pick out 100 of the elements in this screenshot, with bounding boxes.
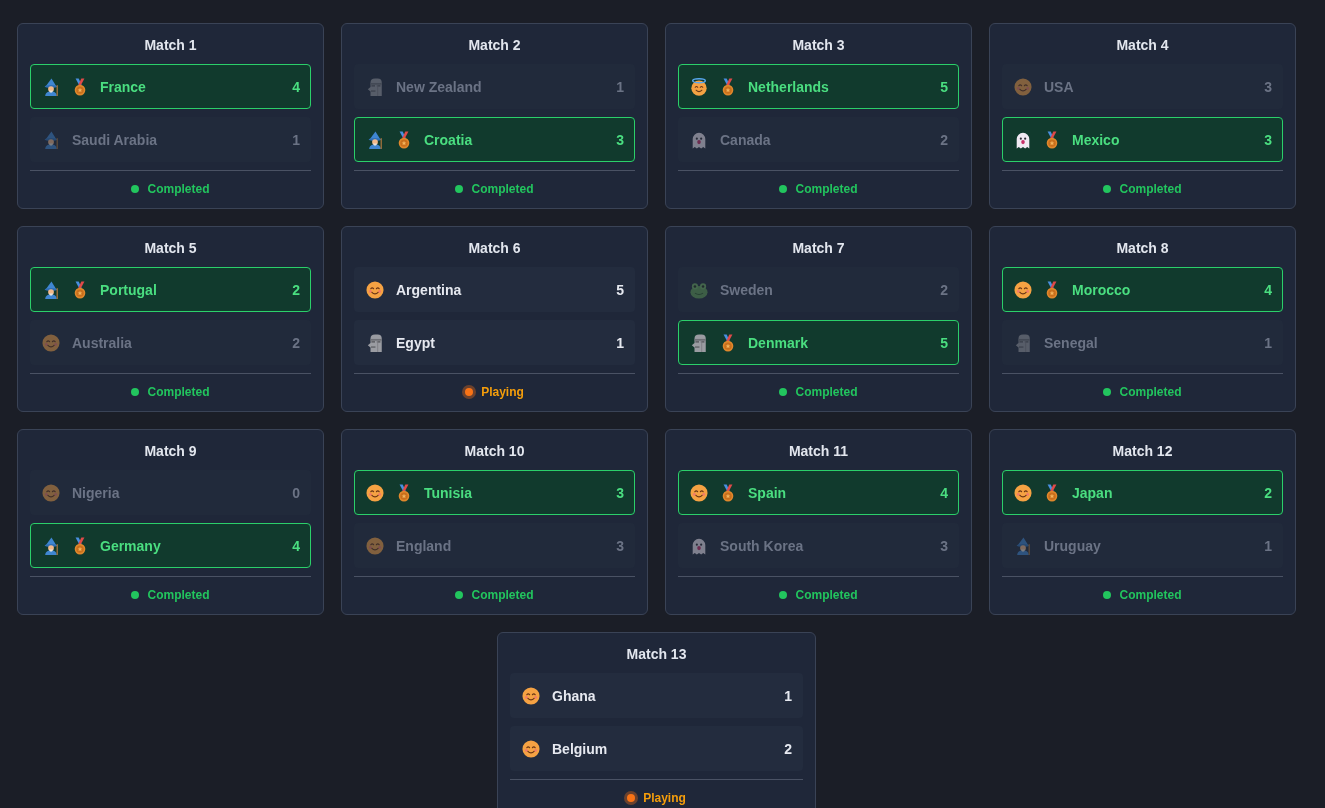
match-title: Match 4	[1116, 36, 1169, 55]
status-label: Completed	[471, 181, 534, 198]
ghost-icon	[1014, 130, 1032, 149]
status-label: Playing	[481, 384, 524, 401]
frog-icon	[690, 280, 708, 299]
status-label: Completed	[795, 384, 858, 401]
medal-icon	[72, 77, 88, 96]
match-title: Match 11	[788, 442, 849, 461]
team-score: 1	[1264, 334, 1272, 351]
team-name: Mexico	[1072, 131, 1121, 148]
wizard-icon	[42, 536, 60, 555]
status-label: Playing	[643, 790, 686, 807]
team-score: 1	[292, 131, 300, 148]
team-score: 3	[616, 484, 624, 501]
wizard-icon	[1014, 536, 1032, 555]
status-label: Completed	[471, 587, 534, 604]
team-score: 4	[940, 484, 948, 501]
team-score: 5	[940, 78, 948, 95]
team-name: Belgium	[552, 740, 609, 757]
smiling-face-icon	[690, 483, 708, 502]
match-title: Match 8	[1116, 239, 1169, 258]
status-label: Completed	[1119, 384, 1182, 401]
smiling-face-icon	[1014, 77, 1032, 96]
team-name: Uruguay	[1044, 537, 1102, 554]
team-name: USA	[1044, 78, 1075, 95]
wizard-icon	[366, 130, 384, 149]
smiling-face-icon	[1014, 483, 1032, 502]
medal-icon	[1044, 483, 1060, 502]
team-score: 0	[292, 484, 300, 501]
smiling-face-icon	[366, 483, 384, 502]
team-score: 2	[940, 281, 948, 298]
team-score: 3	[616, 131, 624, 148]
team-score: 2	[292, 334, 300, 351]
team-score: 2	[292, 281, 300, 298]
team-score: 2	[940, 131, 948, 148]
ghost-icon	[690, 130, 708, 149]
smiling-face-icon	[522, 686, 540, 705]
medal-icon	[72, 536, 88, 555]
match-title: Match 10	[464, 442, 525, 461]
status-label: Completed	[147, 384, 210, 401]
team-score: 3	[616, 537, 624, 554]
team-score: 2	[784, 740, 792, 757]
medal-icon	[396, 130, 412, 149]
match-title: Match 9	[144, 442, 197, 461]
match-title: Match 2	[468, 36, 521, 55]
team-name: Portugal	[100, 281, 158, 298]
status-label: Completed	[795, 587, 858, 604]
status-label: Completed	[795, 181, 858, 198]
team-name: Germany	[100, 537, 162, 554]
team-name: Sweden	[720, 281, 774, 298]
team-name: Spain	[748, 484, 788, 501]
team-score: 4	[292, 78, 300, 95]
smiling-face-icon	[42, 483, 60, 502]
medal-icon	[396, 483, 412, 502]
team-name: South Korea	[720, 537, 805, 554]
team-score: 3	[940, 537, 948, 554]
team-name: New Zealand	[396, 78, 483, 95]
team-name: Argentina	[396, 281, 463, 298]
smiling-face-icon	[42, 333, 60, 352]
stone-head-icon	[690, 333, 708, 352]
medal-icon	[720, 77, 736, 96]
team-name: France	[100, 78, 147, 95]
team-score: 1	[784, 687, 792, 704]
team-name: Australia	[72, 334, 133, 351]
team-score: 2	[1264, 484, 1272, 501]
team-score: 1	[616, 334, 624, 351]
match-title: Match 12	[1112, 442, 1173, 461]
team-name: Japan	[1072, 484, 1114, 501]
match-title: Match 7	[792, 239, 845, 258]
team-score: 3	[1264, 131, 1272, 148]
team-name: Canada	[720, 131, 772, 148]
team-name: Denmark	[748, 334, 809, 351]
status-label: Completed	[1119, 587, 1182, 604]
team-name: Saudi Arabia	[72, 131, 159, 148]
team-name: Ghana	[552, 687, 597, 704]
ghost-icon	[690, 536, 708, 555]
team-name: Egypt	[396, 334, 436, 351]
smiling-face-icon	[366, 280, 384, 299]
wizard-icon	[42, 130, 60, 149]
medal-icon	[1044, 280, 1060, 299]
team-score: 1	[616, 78, 624, 95]
team-score: 4	[1264, 281, 1272, 298]
team-name: Netherlands	[748, 78, 830, 95]
stone-head-icon	[366, 333, 384, 352]
team-score: 1	[1264, 537, 1272, 554]
team-score: 5	[940, 334, 948, 351]
match-title: Match 1	[144, 36, 197, 55]
wizard-icon	[42, 280, 60, 299]
match-title: Match 3	[792, 36, 845, 55]
team-name: Nigeria	[72, 484, 121, 501]
smiling-face-icon	[1014, 280, 1032, 299]
status-label: Completed	[1119, 181, 1182, 198]
team-name: Senegal	[1044, 334, 1099, 351]
team-name: Morocco	[1072, 281, 1132, 298]
medal-icon	[720, 483, 736, 502]
wizard-icon	[42, 77, 60, 96]
stone-head-icon	[1014, 333, 1032, 352]
status-label: Completed	[147, 181, 210, 198]
stone-head-icon	[366, 77, 384, 96]
team-name: Croatia	[424, 131, 474, 148]
